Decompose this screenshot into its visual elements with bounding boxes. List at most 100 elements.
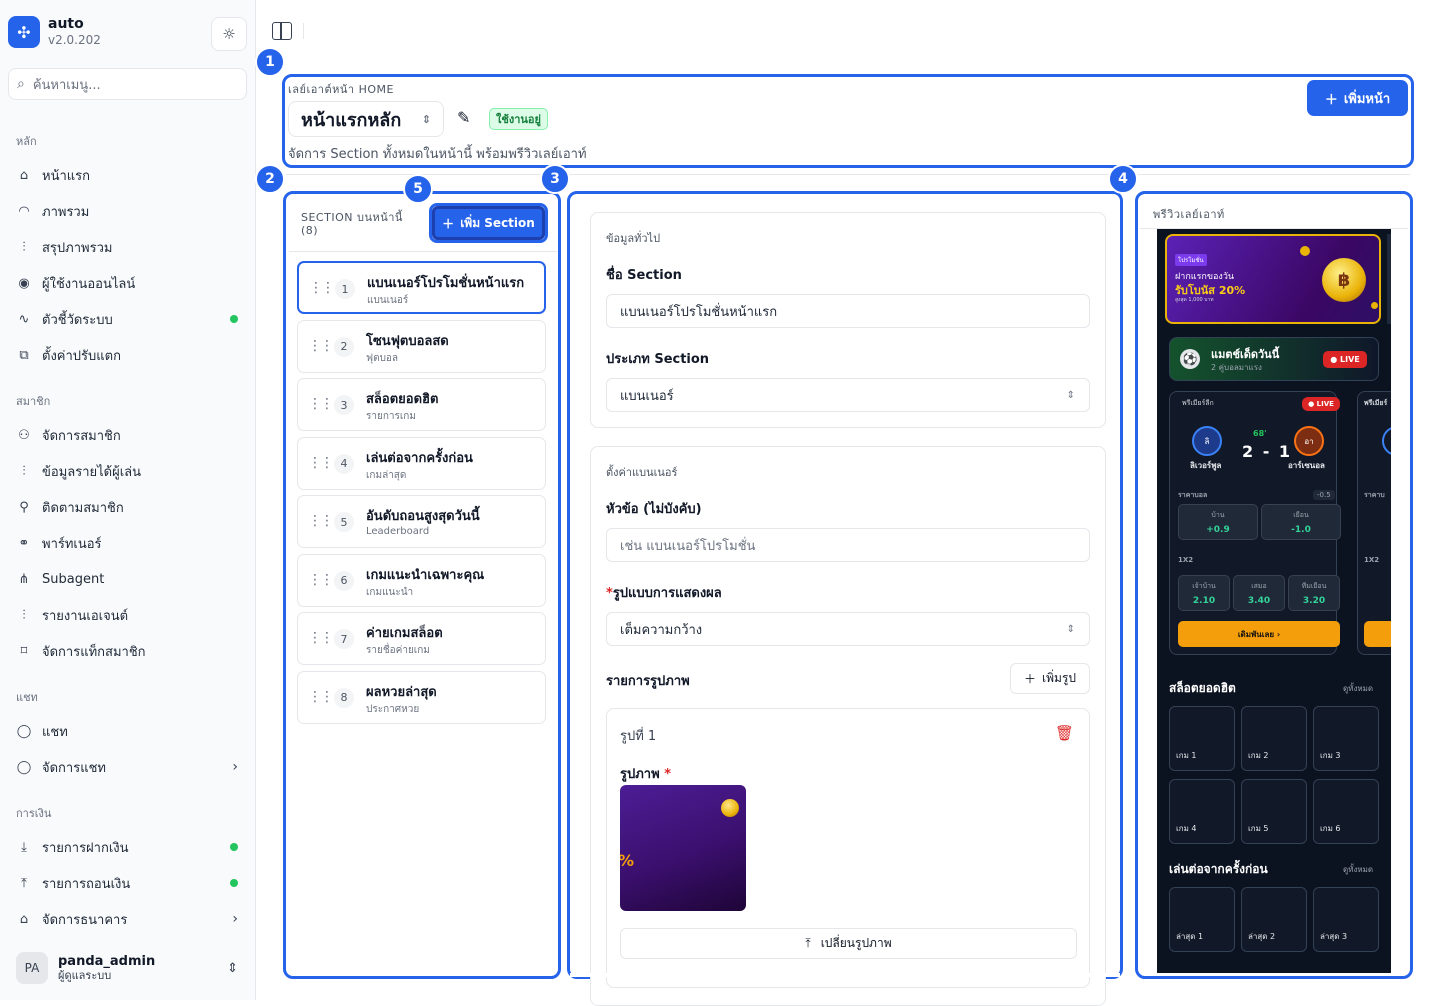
game-tile[interactable]: เกม 4 [1169, 779, 1235, 844]
game-tile[interactable]: เกม 2 [1241, 706, 1307, 771]
game-tile[interactable]: ล่าสุด 2 [1241, 887, 1307, 952]
bet-now-button[interactable] [1364, 621, 1391, 647]
game-tile[interactable]: เกม 6 [1313, 779, 1379, 844]
game-tile[interactable]: เกม 5 [1241, 779, 1307, 844]
annotation-number-4: 4 [1108, 164, 1138, 194]
change-image-label: เปลี่ยนรูปภาพ [820, 936, 892, 950]
nav-item-home[interactable]: ⌂ หน้าแรก [8, 160, 248, 190]
section-order: 4 [334, 453, 354, 474]
annotation-number-1: 1 [255, 47, 285, 77]
drag-handle-icon[interactable]: ⋮⋮ [308, 572, 334, 588]
drag-handle-icon[interactable]: ⋮⋮ [308, 338, 334, 354]
change-image-button[interactable]: ⤒ เปลี่ยนรูปภาพ [620, 928, 1077, 959]
add-section-button[interactable]: ＋ เพิ่ม Section [432, 206, 545, 240]
pencil-icon[interactable]: ✎ [457, 108, 470, 127]
section-list-item[interactable]: ⋮⋮ 8 ผลหวยล่าสุด ประกาศหวย [297, 670, 546, 724]
nav-item-withdrawals[interactable]: ⤒ รายการถอนเงิน [8, 868, 248, 898]
nav-item-banks[interactable]: ⌂ จัดการธนาคาร › [8, 904, 248, 934]
section-title: ค่ายเกมสล็อต [366, 626, 443, 641]
status-badge: ใช้งานอยู่ [489, 108, 548, 130]
section-list-item[interactable]: ⋮⋮ 2 โซนฟุตบอลสด ฟุตบอล [297, 319, 546, 373]
nav-item-track-members[interactable]: ⚲ ติดตามสมาชิก [8, 492, 248, 522]
nav-item-agent-report[interactable]: ⫶ รายงานเอเจนต์ [8, 600, 248, 630]
nav-item-member-tags[interactable]: ⌑ จัดการแท็กสมาชิก [8, 636, 248, 666]
slots-view-all[interactable]: ดูทั้งหมด [1343, 682, 1373, 695]
nav-item-subagent[interactable]: ⋔ Subagent [8, 564, 248, 594]
add-page-button[interactable]: ＋ เพิ่มหน้า [1307, 80, 1408, 116]
page-select[interactable]: หน้าแรกหลัก ⇕ [288, 101, 444, 137]
x12-away-button[interactable]: ทีมเยือน 3.20 [1288, 575, 1340, 611]
app-name: auto [48, 16, 84, 32]
app-version: v2.0.202 [48, 33, 101, 47]
nav-item-members[interactable]: ⚇ จัดการสมาชิก [8, 420, 248, 450]
preview-title: พรีวิวเลย์เอาท์ [1153, 208, 1225, 221]
section-list-item[interactable]: ⋮⋮ 5 อันดับถอนสูงสุดวันนี้ Leaderboard [297, 495, 546, 548]
layout-preview[interactable]: โปรโมชั่น ฝากแรกของวัน รับโบนัส 20% สูงส… [1157, 229, 1391, 973]
banner-title-input[interactable]: เช่น แบนเนอร์โปรโมชั่น [606, 528, 1090, 562]
add-image-button[interactable]: ＋ เพิ่มรูป [1010, 663, 1090, 694]
section-list-item[interactable]: ⋮⋮ 4 เล่นต่อจากครั้งก่อน เกมล่าสุด [297, 436, 546, 490]
section-type-select[interactable]: แบนเนอร์ ⇕ [606, 378, 1090, 412]
x12-label: 1X2 [1364, 556, 1380, 564]
game-tile-label: เกม 5 [1248, 824, 1269, 833]
theme-toggle-button[interactable]: ☼ [211, 17, 247, 51]
odd-home-button[interactable]: บ้าน +0.9 [1178, 504, 1258, 540]
section-name-input[interactable]: แบนเนอร์โปรโมชั่นหน้าแรก [606, 294, 1090, 328]
sun-icon: ☼ [222, 25, 236, 43]
x12-home-button[interactable]: เจ้าบ้าน 2.10 [1178, 575, 1230, 611]
nav-item-deposits[interactable]: ⤓ รายการฝากเงิน [8, 832, 248, 862]
match-score: 2 - 1 [1242, 442, 1293, 461]
trash-icon[interactable]: 🗑 [1055, 724, 1074, 742]
drag-handle-icon[interactable]: ⋮⋮ [308, 513, 334, 529]
sidebar-toggle-icon[interactable] [272, 22, 292, 40]
brand[interactable]: ✣ auto v2.0.202 [8, 16, 101, 48]
drag-handle-icon[interactable]: ⋮⋮ [308, 455, 334, 471]
x12-draw-button[interactable]: เสมอ 3.40 [1233, 575, 1285, 611]
recent-view-all[interactable]: ดูทั้งหมด [1343, 863, 1373, 876]
nav-item-partners[interactable]: ⚭ พาร์ทเนอร์ [8, 528, 248, 558]
x12-label: 1X2 [1178, 556, 1194, 564]
display-mode-label: *รูปแบบการแสดงผล [606, 582, 722, 603]
nav-item-player-income[interactable]: ⫶ ข้อมูลรายได้ผู้เล่น [8, 456, 248, 486]
user-menu[interactable]: PA panda_admin ผู้ดูแลระบบ ⇕ [8, 946, 248, 990]
game-tile[interactable]: เกม 1 [1169, 706, 1235, 771]
game-tile[interactable]: ล่าสุด 3 [1313, 887, 1379, 952]
drag-handle-icon[interactable]: ⋮⋮ [308, 396, 334, 412]
section-list-item[interactable]: ⋮⋮ 3 สล็อตยอดฮิต รายการเกม [297, 378, 546, 431]
drag-handle-icon[interactable]: ⋮⋮ [308, 689, 334, 705]
odd-away-button[interactable]: เยือน -1.0 [1261, 504, 1341, 540]
display-mode-select[interactable]: เต็มความกว้าง ⇕ [606, 612, 1090, 646]
nav-item-overview[interactable]: ◠ ภาพรวม [8, 196, 248, 226]
section-title: เล่นต่อจากครั้งก่อน [366, 450, 473, 466]
network-icon: ⋔ [18, 571, 30, 587]
section-order: 8 [334, 687, 354, 708]
game-tile[interactable]: ล่าสุด 1 [1169, 887, 1235, 952]
download-icon: ⤓ [21, 839, 27, 855]
nav-item-online-users[interactable]: ◉ ผู้ใช้งานออนไลน์ [8, 268, 248, 298]
nav-item-manage-chat[interactable]: ◯ จัดการแชท › [8, 752, 248, 782]
drag-handle-icon[interactable]: ⋮⋮ [308, 630, 334, 646]
app-logo-icon: ✣ [8, 16, 40, 48]
section-order: 2 [334, 336, 354, 357]
section-list-item[interactable]: ⋮⋮ 6 เกมแนะนำเฉพาะคุณ เกมแนะนำ [297, 553, 546, 607]
nav-group-label: สมาชิก [16, 395, 51, 408]
nav-item-label: รายงานเอเจนต์ [42, 608, 129, 624]
nav-item-chat[interactable]: ◯ แชท [8, 716, 248, 746]
coin-icon [1300, 246, 1310, 256]
bank-icon: ⌂ [19, 911, 29, 927]
general-heading: ข้อมูลทั่วไป [606, 232, 661, 245]
nav-item-summary[interactable]: ⫶ สรุปภาพรวม [8, 232, 248, 262]
nav-item-settings[interactable]: ⧉ ตั้งค่าปรับแตก [8, 340, 248, 370]
home-team-name: ลิเวอร์พูล [1190, 461, 1222, 470]
add-page-label: เพิ่มหน้า [1343, 91, 1391, 107]
section-list-item[interactable]: ⋮⋮ 1 แบนเนอร์โปรโมชั่นหน้าแรก แบนเนอร์ [297, 261, 546, 314]
drag-handle-icon[interactable]: ⋮⋮ [309, 280, 335, 296]
bet-now-button[interactable]: เดิมพันเลย › [1178, 621, 1340, 647]
annotation-number-5: 5 [403, 174, 433, 204]
nav-item-system-metrics[interactable]: ∿ ตัวชี้วัดระบบ [8, 304, 248, 334]
menu-search-input[interactable]: ⌕ ค้นหาเมนู... [8, 68, 247, 100]
game-tile[interactable]: เกม 3 [1313, 706, 1379, 771]
section-list-item[interactable]: ⋮⋮ 7 ค่ายเกมสล็อต รายชื่อค่ายเกม [297, 612, 546, 665]
nav-group-label: แชท [16, 691, 38, 704]
nav-item-label: รายการถอนเงิน [42, 876, 131, 892]
